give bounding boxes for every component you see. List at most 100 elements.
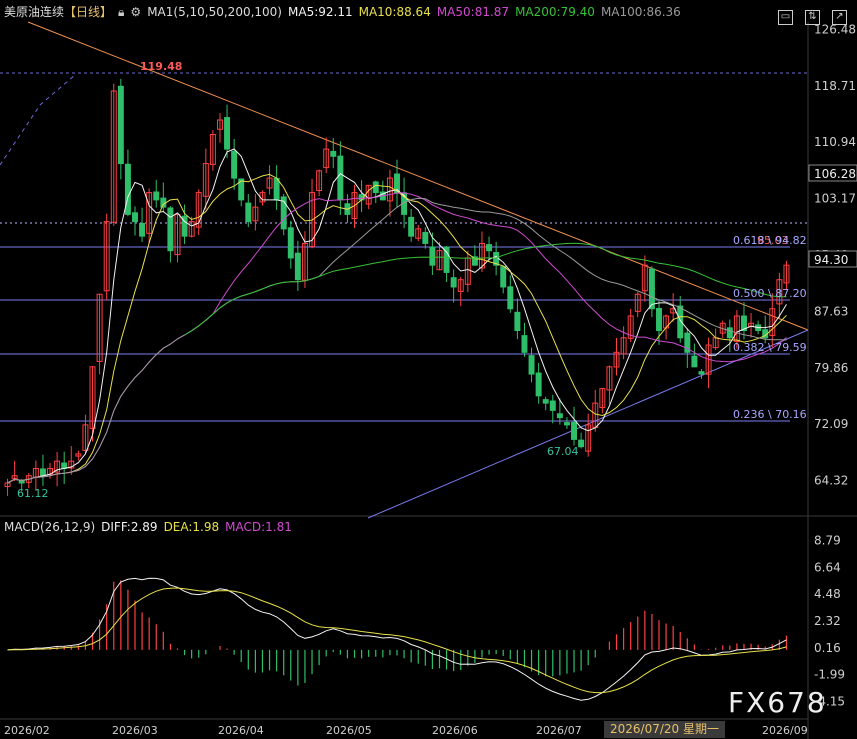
candle-body: [563, 422, 570, 426]
candle-body: [691, 355, 698, 368]
candle-body: [39, 468, 46, 477]
candle-body: [507, 286, 514, 310]
chart-header: 美原油连续【日线】 🔒︎ ⚙︎ MA1(5,10,50,200,100) MA5:92.…: [0, 0, 857, 27]
ma100-value: MA100:86.36: [600, 5, 681, 19]
low-annotation-2: 67.04: [547, 445, 579, 458]
candle-body: [571, 421, 578, 440]
ma200-value: MA200:79.40: [515, 5, 595, 19]
macd-dea-value: DEA:1.98: [163, 520, 220, 534]
candle-body: [578, 439, 585, 448]
price-tick-label: 110.94: [814, 135, 856, 149]
candle-body: [500, 266, 507, 288]
price-tick-label: 118.71: [814, 79, 856, 93]
candle-body: [294, 252, 301, 281]
macd-diff-line: [7, 577, 787, 701]
last-price-tag: 94.30: [814, 253, 848, 267]
monitor-icon[interactable]: ▭: [778, 10, 793, 25]
channel-dashed-line: [0, 74, 76, 166]
candle-body: [245, 202, 252, 223]
candle-body: [698, 371, 705, 375]
candle-body: [337, 155, 344, 201]
candle-body: [556, 413, 563, 419]
time-tick-label: 2026/06: [432, 724, 478, 737]
time-tick-label: 2026/04: [218, 724, 264, 737]
ma10-value: MA10:88.64: [358, 5, 431, 19]
price-tick-label: 87.63: [814, 304, 848, 318]
macd-label[interactable]: MACD(26,12,9): [4, 520, 95, 534]
candle-body: [330, 150, 337, 157]
candle-body: [117, 85, 124, 165]
ma50-line: [7, 192, 787, 484]
time-tick-label: 2026/07: [536, 724, 582, 737]
candle-body: [450, 277, 457, 288]
chart-toggle-icon[interactable]: ⇅: [805, 10, 820, 25]
macd-tick-label: -1.99: [814, 668, 845, 682]
ma-label[interactable]: MA1(5,10,50,200,100): [147, 5, 282, 19]
candle-body: [542, 399, 549, 404]
candle-body: [224, 117, 231, 150]
time-tick-label: 2026/05: [326, 724, 372, 737]
watermark: FX678: [728, 686, 827, 719]
ma100-line: [7, 197, 787, 484]
settings-icon[interactable]: ⚙︎: [130, 5, 141, 19]
macd-diff-value: DIFF:2.89: [101, 520, 158, 534]
fib-label-0382: 0.382 \ 79.59: [733, 341, 807, 354]
ma50-value: MA50:81.87: [436, 5, 510, 19]
candle-body: [408, 216, 415, 237]
candle-body: [372, 181, 379, 194]
time-tick-label: 2026/09: [762, 724, 808, 737]
macd-header: MACD(26,12,9) DIFF:2.89 DEA:1.98 MACD:1.81: [4, 520, 298, 534]
high-annotation: 119.48: [140, 60, 182, 73]
fib-label-0618: 0.618 \ 94.82: [733, 234, 807, 247]
candle-body: [287, 227, 294, 259]
candle-body: [486, 244, 493, 252]
macd-dea-line: [7, 587, 787, 694]
macd-tick-label: 0.16: [814, 641, 841, 655]
price-tick-label: 72.09: [814, 417, 848, 431]
macd-value: MACD:1.81: [225, 520, 292, 534]
period-label[interactable]: 【日线】: [64, 5, 112, 19]
candle-body: [514, 311, 521, 332]
candle-body: [124, 163, 131, 215]
macd-tick-label: 4.48: [814, 587, 841, 601]
candle-body: [139, 223, 146, 237]
macd-tick-label: 6.64: [814, 560, 841, 574]
fib-label-0236: 0.236 \ 70.16: [733, 408, 807, 421]
macd-tick-label: 2.32: [814, 614, 841, 628]
time-tick-label: 2026/02: [4, 724, 50, 737]
price-tick-label: 64.32: [814, 474, 848, 488]
candle-body: [656, 307, 662, 332]
candle-body: [167, 207, 174, 252]
candle-body: [231, 150, 238, 179]
price-tick-label: 103.17: [814, 192, 856, 206]
candle-body: [726, 327, 733, 339]
candle-body: [528, 355, 535, 375]
maximize-icon[interactable]: ↗: [832, 10, 847, 25]
candles-group: [4, 78, 790, 496]
time-tick-label: 2026/03: [112, 724, 158, 737]
candle-body: [535, 372, 542, 397]
toolbar: ▭ ⇅ ↗: [772, 3, 853, 27]
candle-body: [273, 177, 280, 201]
crosshair-date-tag: 2026/07/20 星期一: [604, 721, 725, 738]
candle-body: [153, 191, 160, 201]
macd-tick-label: 8.79: [814, 534, 841, 548]
candle-body: [648, 268, 655, 310]
ma10-line: [7, 173, 787, 484]
macd-pane: [7, 577, 788, 701]
chart-canvas[interactable]: 126.48118.71110.94103.1795.4087.6379.867…: [0, 0, 857, 739]
macd-axis: 8.796.644.482.320.16-1.99-4.15: [814, 534, 845, 709]
instrument-title[interactable]: 美原油连续: [4, 5, 64, 19]
candle-body: [422, 231, 429, 244]
candle-body: [443, 246, 450, 273]
price-tick-label: 79.86: [814, 361, 848, 375]
candle-body: [521, 335, 528, 353]
lock-icon[interactable]: 🔒︎: [118, 5, 124, 19]
candle-body: [132, 212, 138, 223]
ma5-value: MA5:92.11: [288, 5, 353, 19]
high-line-price-tag: 106.28: [814, 167, 856, 181]
low-annotation-1: 61.12: [17, 487, 49, 500]
candle-body: [549, 400, 556, 411]
fib-label-0500: 0.500 \ 87.20: [733, 287, 807, 300]
candle-body: [429, 246, 436, 266]
